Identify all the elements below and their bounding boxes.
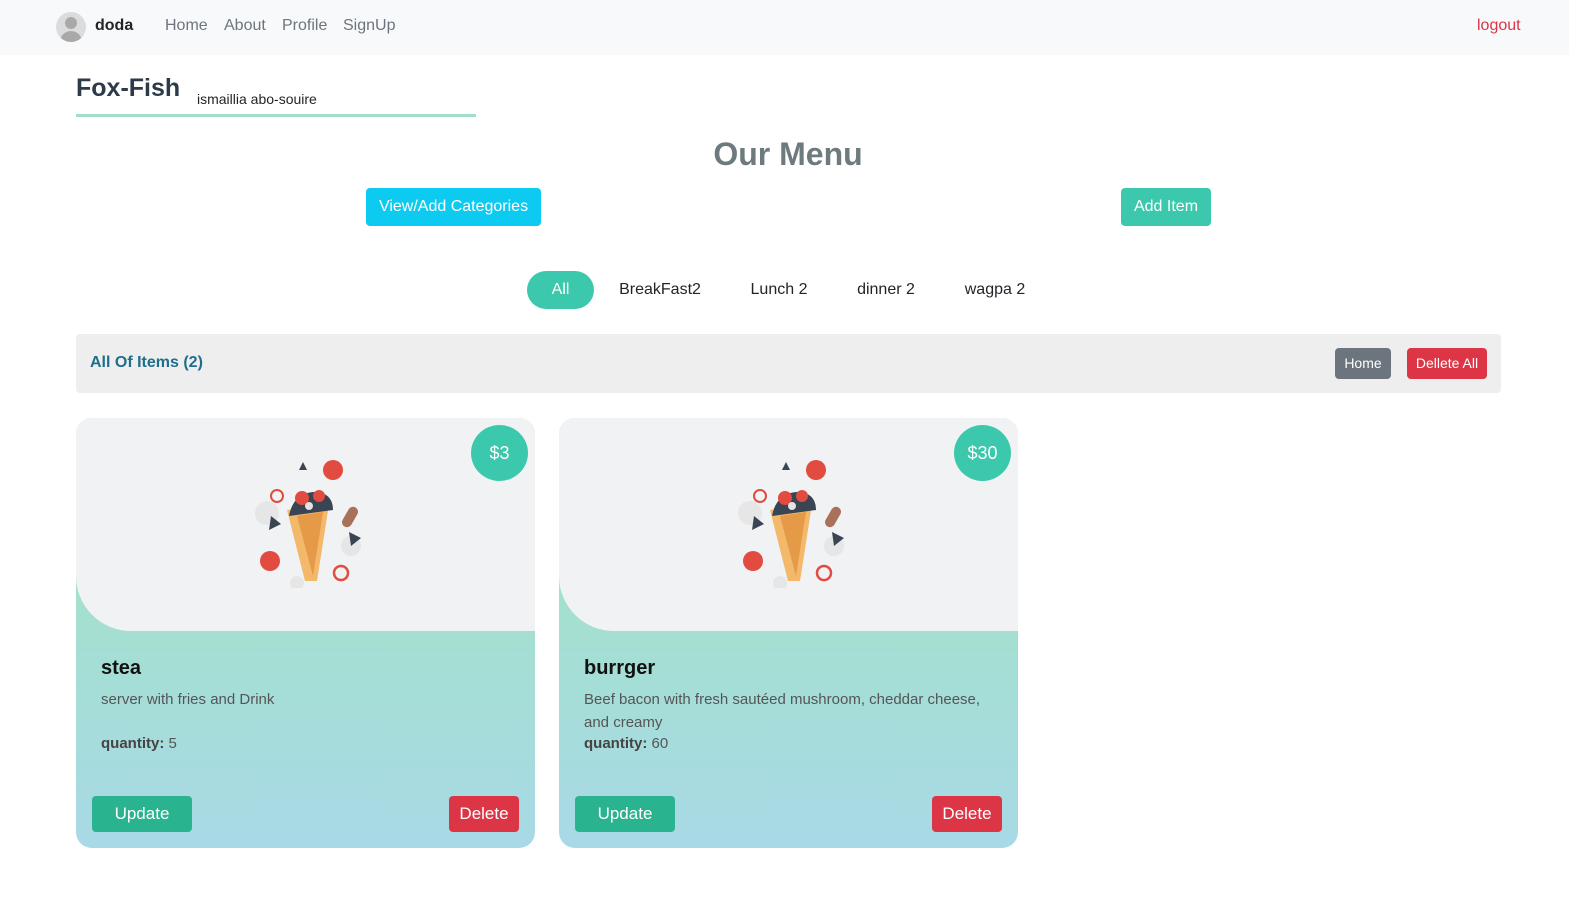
- user-avatar-icon[interactable]: [56, 12, 86, 42]
- header-divider: [76, 114, 476, 117]
- nav-home-link[interactable]: Home: [165, 17, 208, 35]
- menu-item-card: $30 burrger Beef bacon with fresh sautée…: [559, 418, 1018, 848]
- item-description: Beef bacon with fresh sautéed mushroom, …: [584, 691, 981, 731]
- quantity-value: 60: [651, 735, 669, 752]
- category-tab-lunch2[interactable]: Lunch 2: [743, 271, 815, 309]
- menu-item-card: $3 stea server with fries and Drink quan…: [76, 418, 535, 848]
- category-tab-all[interactable]: All: [527, 271, 594, 309]
- page-title: Our Menu: [713, 136, 863, 172]
- price-badge: $3: [471, 425, 528, 481]
- update-button[interactable]: Update: [575, 796, 675, 832]
- delete-button[interactable]: Delete: [932, 796, 1002, 832]
- price-badge: $30: [954, 425, 1011, 481]
- item-description: server with fries and Drink: [101, 691, 275, 708]
- wrap-food-image: [255, 460, 361, 588]
- home-button[interactable]: Home: [1335, 348, 1391, 379]
- nav-signup-link[interactable]: SignUp: [343, 17, 395, 35]
- items-count-title: All Of Items (2): [90, 354, 203, 371]
- category-tab-breakfast2[interactable]: BreakFast2: [612, 271, 708, 309]
- delete-button[interactable]: Delete: [449, 796, 519, 832]
- quantity-label: quantity:: [584, 735, 648, 752]
- view-add-categories-button[interactable]: View/Add Categories: [366, 188, 541, 226]
- nav-about-link[interactable]: About: [224, 17, 266, 35]
- quantity-label: quantity:: [101, 735, 165, 752]
- wrap-food-image: [738, 460, 844, 588]
- restaurant-name: Fox-Fish: [76, 74, 181, 102]
- logout-link[interactable]: logout: [1477, 17, 1521, 35]
- quantity-value: 5: [168, 735, 177, 752]
- top-navbar: doda Home About Profile SignUp logout: [0, 0, 1569, 55]
- username-label[interactable]: doda: [95, 17, 133, 35]
- item-name: burrger: [584, 657, 656, 679]
- update-button[interactable]: Update: [92, 796, 192, 832]
- item-quantity: quantity: 60: [584, 735, 668, 752]
- item-quantity: quantity: 5: [101, 735, 177, 752]
- items-toolbar: All Of Items (2) Home Dellete All: [76, 334, 1501, 393]
- nav-profile-link[interactable]: Profile: [282, 17, 327, 35]
- item-name: stea: [101, 657, 142, 679]
- category-tab-wagpa2[interactable]: wagpa 2: [957, 271, 1033, 309]
- add-item-button[interactable]: Add Item: [1121, 188, 1211, 226]
- category-tab-dinner2[interactable]: dinner 2: [850, 271, 922, 309]
- restaurant-address: ismaillia abo-souire: [197, 91, 317, 107]
- delete-all-button[interactable]: Dellete All: [1407, 348, 1487, 379]
